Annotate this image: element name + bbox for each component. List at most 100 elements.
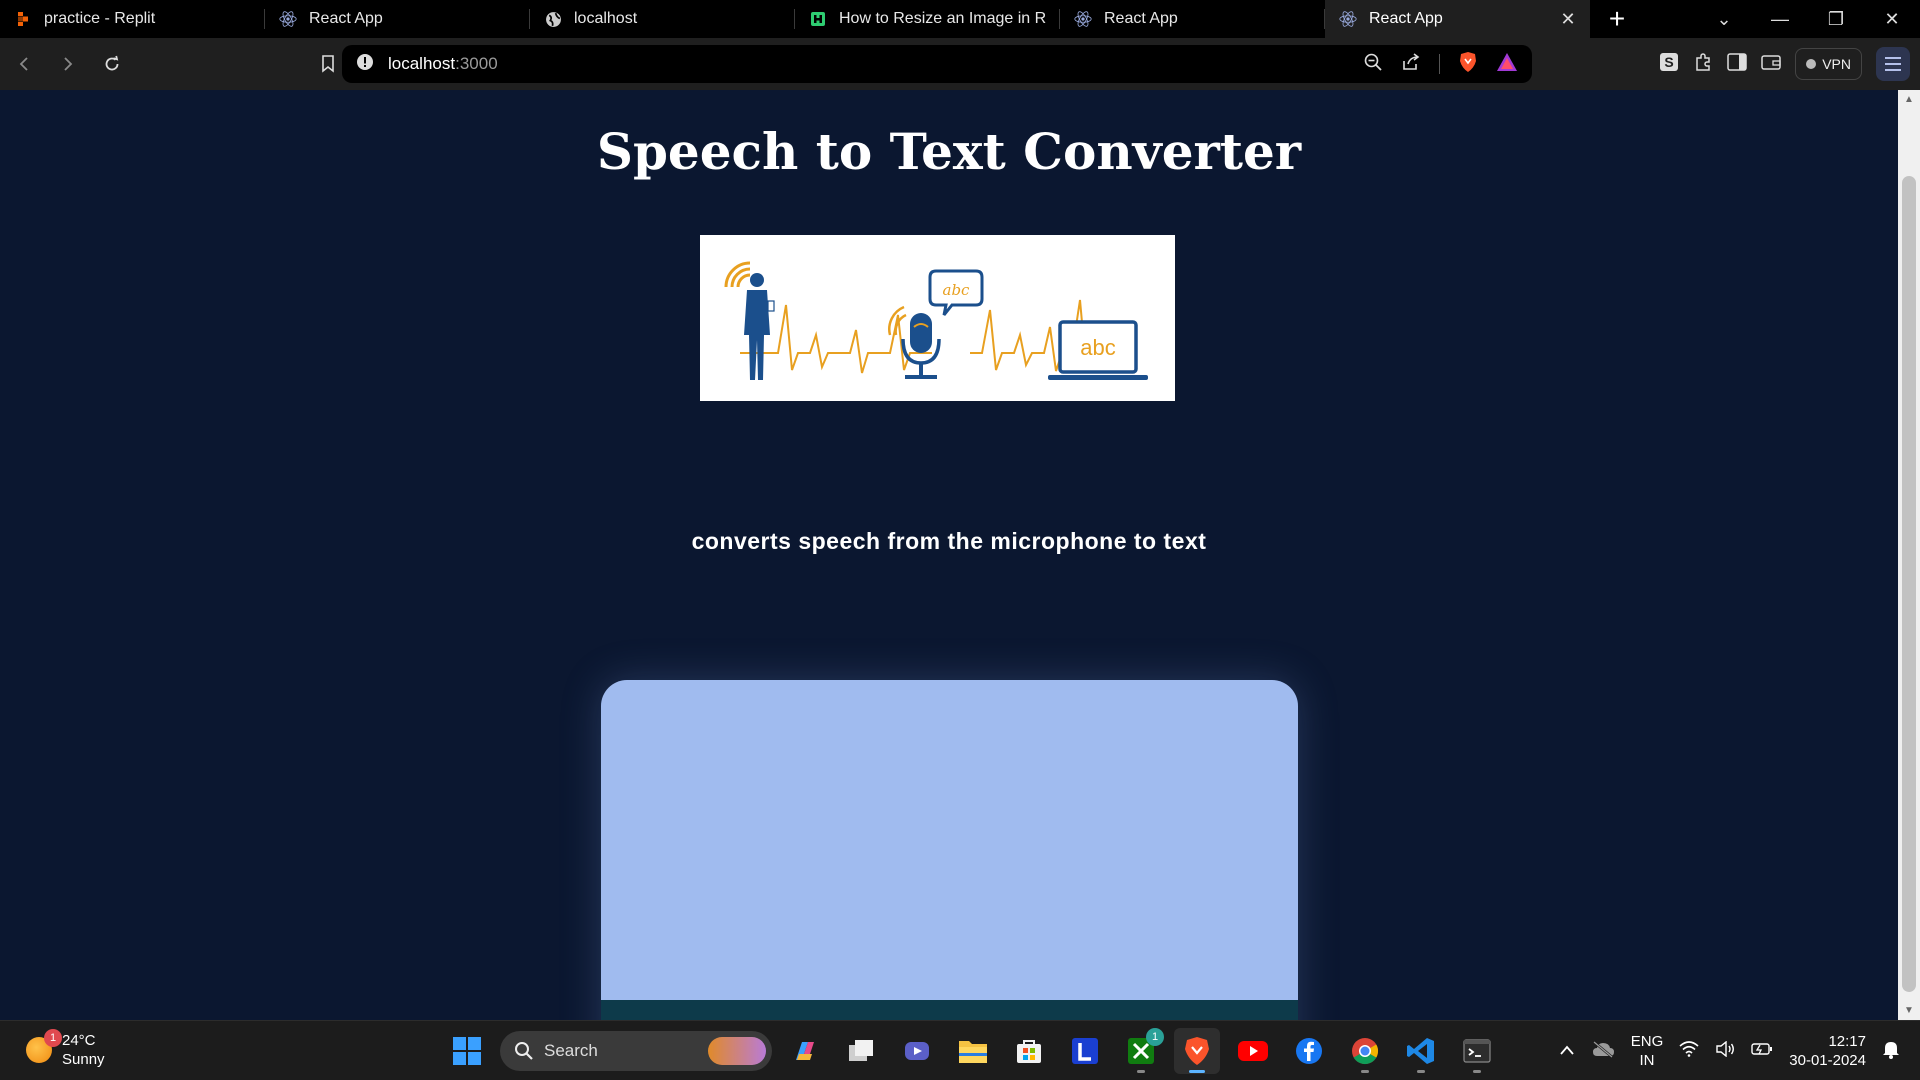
page-subtitle: converts speech from the microphone to t…	[691, 528, 1207, 554]
bubble-text: abc	[943, 281, 971, 299]
tab-react-app-1[interactable]: React App	[265, 0, 530, 38]
battery-icon[interactable]	[1751, 1041, 1773, 1061]
tab-title: React App	[1369, 10, 1443, 27]
laptop-text: abc	[1080, 335, 1115, 360]
teams-meet-icon[interactable]	[894, 1028, 940, 1074]
restore-icon[interactable]: ❐	[1808, 0, 1864, 38]
react-icon	[279, 10, 297, 28]
reload-icon[interactable]	[92, 44, 132, 84]
start-listening-button[interactable]: Start Listening	[888, 1011, 1041, 1020]
search-icon	[515, 1042, 533, 1060]
weather-condition: Sunny	[62, 1051, 105, 1068]
weather-widget[interactable]: 1 24°C Sunny	[26, 1029, 105, 1069]
task-view-icon[interactable]	[838, 1028, 884, 1074]
back-icon[interactable]	[4, 44, 44, 84]
running-indicator	[1417, 1070, 1425, 1073]
brave-shields-icon[interactable]	[1458, 51, 1478, 78]
scroll-down-icon[interactable]: ▼	[1898, 1005, 1920, 1016]
tab-replit[interactable]: practice - Replit	[0, 0, 265, 38]
sun-icon: 1	[26, 1029, 62, 1063]
minimize-icon[interactable]: —	[1752, 0, 1808, 38]
button-bar: Copy to clipboard Start Listening Stop L…	[601, 1000, 1298, 1020]
stop-listening-button[interactable]: Stop Listening	[1111, 1011, 1263, 1020]
share-icon[interactable]	[1401, 52, 1421, 77]
vpn-status-icon	[1806, 59, 1817, 69]
system-tray: ENG IN 12:17 30-01-2024	[1559, 1021, 1900, 1080]
react-icon	[1074, 10, 1092, 28]
tab-title: localhost	[574, 10, 638, 27]
chrome-icon[interactable]	[1342, 1028, 1388, 1074]
url-text: localhost:3000	[388, 54, 498, 74]
tab-title: practice - Replit	[44, 10, 156, 27]
weather-temp: 24°C	[62, 1032, 96, 1049]
onedrive-offline-icon[interactable]	[1591, 1040, 1615, 1062]
speech-bubble: abc	[928, 269, 984, 316]
vscode-icon[interactable]	[1398, 1028, 1444, 1074]
page-viewport: Speech to Text Converter abc abc convert…	[0, 90, 1898, 1020]
lang-top: ENG	[1630, 1033, 1664, 1050]
transcript-card: Copy to clipboard Start Listening Stop L…	[601, 680, 1298, 1020]
language-indicator[interactable]: ENG IN	[1631, 1032, 1664, 1070]
extensions-icon[interactable]	[1693, 52, 1713, 77]
scrollbar-thumb[interactable]	[1902, 176, 1916, 992]
running-indicator	[1189, 1070, 1205, 1073]
clock-time: 12:17	[1828, 1033, 1866, 1050]
brave-browser-icon[interactable]	[1174, 1028, 1220, 1074]
running-indicator	[1473, 1070, 1481, 1073]
wallet-icon[interactable]	[1761, 53, 1781, 76]
close-tab-icon[interactable]: ✕	[1560, 9, 1576, 30]
youtube-icon[interactable]	[1230, 1028, 1276, 1074]
page-scrollbar[interactable]: ▲ ▼	[1898, 90, 1920, 1020]
wifi-icon[interactable]	[1679, 1041, 1699, 1061]
address-bar[interactable]: localhost:3000	[342, 45, 1532, 83]
search-highlight-icon	[708, 1037, 766, 1065]
tab-search-chevron-icon[interactable]: ⌄	[1696, 0, 1752, 38]
menu-icon[interactable]	[1876, 47, 1910, 81]
react-icon	[1339, 10, 1357, 28]
vpn-button[interactable]: VPN	[1795, 48, 1862, 80]
svg-text:S: S	[1665, 54, 1674, 70]
copilot-icon[interactable]	[782, 1028, 828, 1074]
clock[interactable]: 12:17 30-01-2024	[1789, 1032, 1866, 1070]
start-icon[interactable]	[444, 1028, 490, 1074]
volume-icon[interactable]	[1715, 1040, 1735, 1061]
new-tab-button[interactable]: +	[1590, 0, 1644, 38]
laptop-figure: abc	[1048, 320, 1148, 380]
tab-react-app-active[interactable]: React App ✕	[1325, 0, 1590, 38]
tab-title: How to Resize an Image in React	[839, 10, 1046, 27]
scroll-up-icon[interactable]: ▲	[1898, 94, 1920, 105]
url-port: :3000	[455, 54, 498, 73]
sidebar-icon[interactable]	[1727, 52, 1747, 76]
file-explorer-icon[interactable]	[950, 1028, 996, 1074]
zoom-icon[interactable]	[1363, 52, 1383, 77]
terminal-icon[interactable]	[1454, 1028, 1500, 1074]
tab-localhost[interactable]: localhost	[530, 0, 795, 38]
leo-s-icon[interactable]: S	[1659, 52, 1679, 77]
hero-illustration: abc abc	[700, 235, 1175, 401]
tab-react-app-2[interactable]: React App	[1060, 0, 1325, 38]
store-icon[interactable]	[1006, 1028, 1052, 1074]
close-window-icon[interactable]: ✕	[1864, 0, 1920, 38]
browser-toolbar: localhost:3000 S VPN	[0, 38, 1920, 90]
globe-icon	[544, 10, 562, 28]
site-info-icon[interactable]	[356, 53, 374, 76]
forward-icon[interactable]	[48, 44, 88, 84]
clock-date: 30-01-2024	[1789, 1052, 1866, 1069]
facebook-icon[interactable]	[1286, 1028, 1332, 1074]
tab-strip: practice - Replit React App localhost Ho…	[0, 0, 1920, 38]
taskbar-search[interactable]: Search	[500, 1031, 772, 1071]
url-host: localhost	[388, 54, 456, 73]
person-figure	[744, 273, 775, 380]
transcript-area[interactable]	[601, 680, 1298, 1000]
tab-resize-image-article[interactable]: How to Resize an Image in React	[795, 0, 1060, 38]
xbox-icon[interactable]: 1	[1118, 1028, 1164, 1074]
lens-app-icon[interactable]	[1062, 1028, 1108, 1074]
vpn-label: VPN	[1822, 56, 1851, 72]
show-hidden-icons-icon[interactable]	[1559, 1043, 1575, 1060]
brave-rewards-icon[interactable]	[1496, 52, 1518, 77]
running-indicator	[1361, 1070, 1369, 1073]
divider	[1439, 54, 1440, 74]
tab-title: React App	[309, 10, 383, 27]
notification-bell-icon[interactable]	[1882, 1039, 1900, 1063]
copy-to-clipboard-button[interactable]: Copy to clipboard	[636, 1011, 817, 1020]
